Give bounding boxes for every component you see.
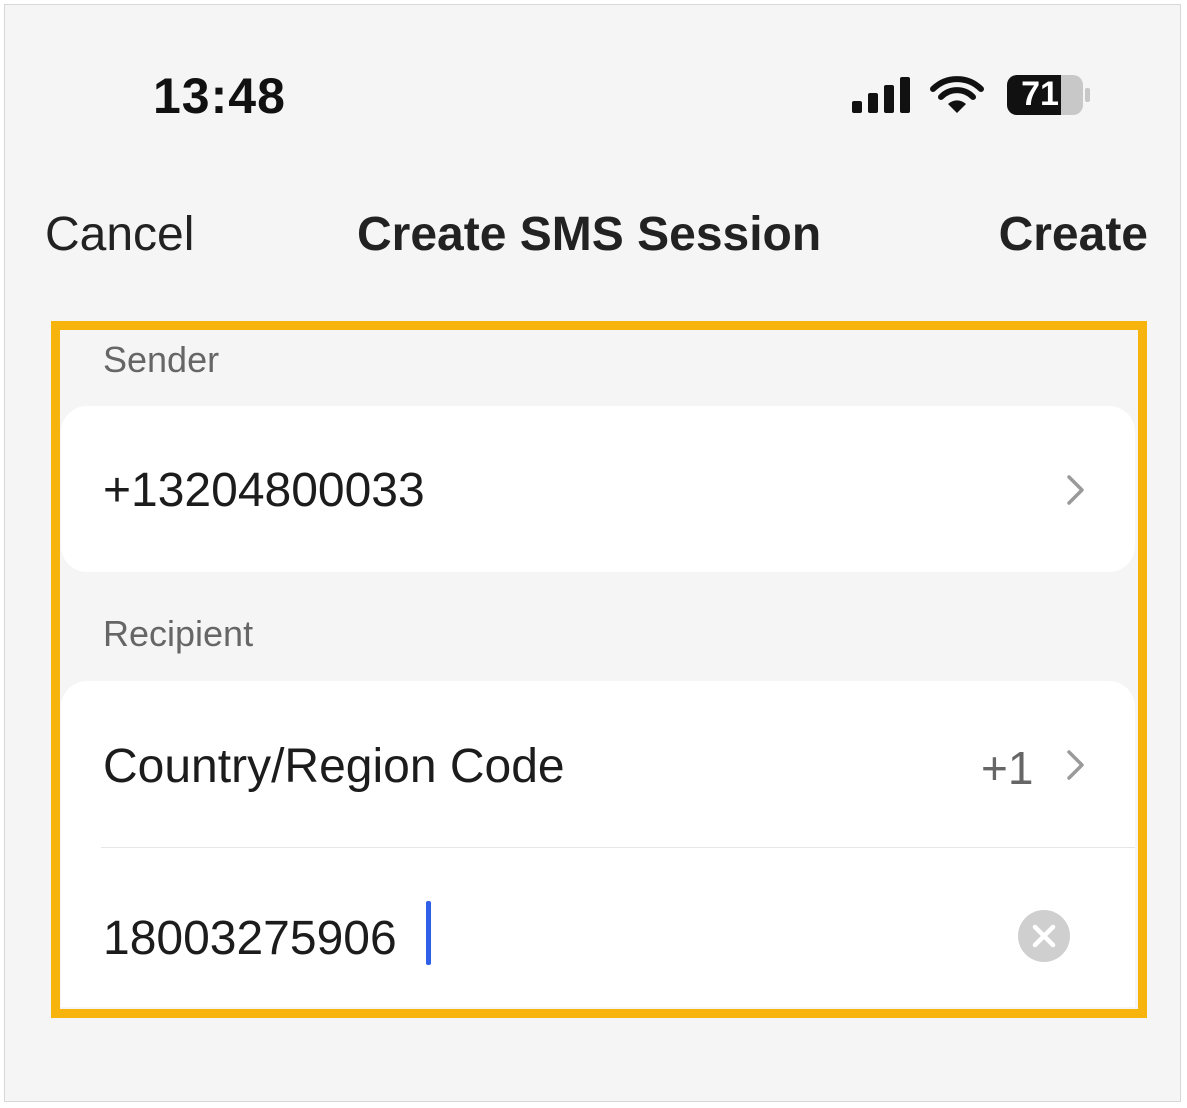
battery-level: 71 xyxy=(1021,75,1059,113)
create-button[interactable]: Create xyxy=(999,207,1148,262)
wifi-icon xyxy=(930,76,984,113)
signal-icon xyxy=(852,77,910,113)
cancel-button[interactable]: Cancel xyxy=(45,207,194,262)
highlight-box xyxy=(51,321,1147,1018)
page-title: Create SMS Session xyxy=(357,208,822,261)
status-time: 13:48 xyxy=(153,68,286,124)
app-screen: 13:48 71 Cancel Create SMS Session Creat… xyxy=(4,4,1181,1102)
